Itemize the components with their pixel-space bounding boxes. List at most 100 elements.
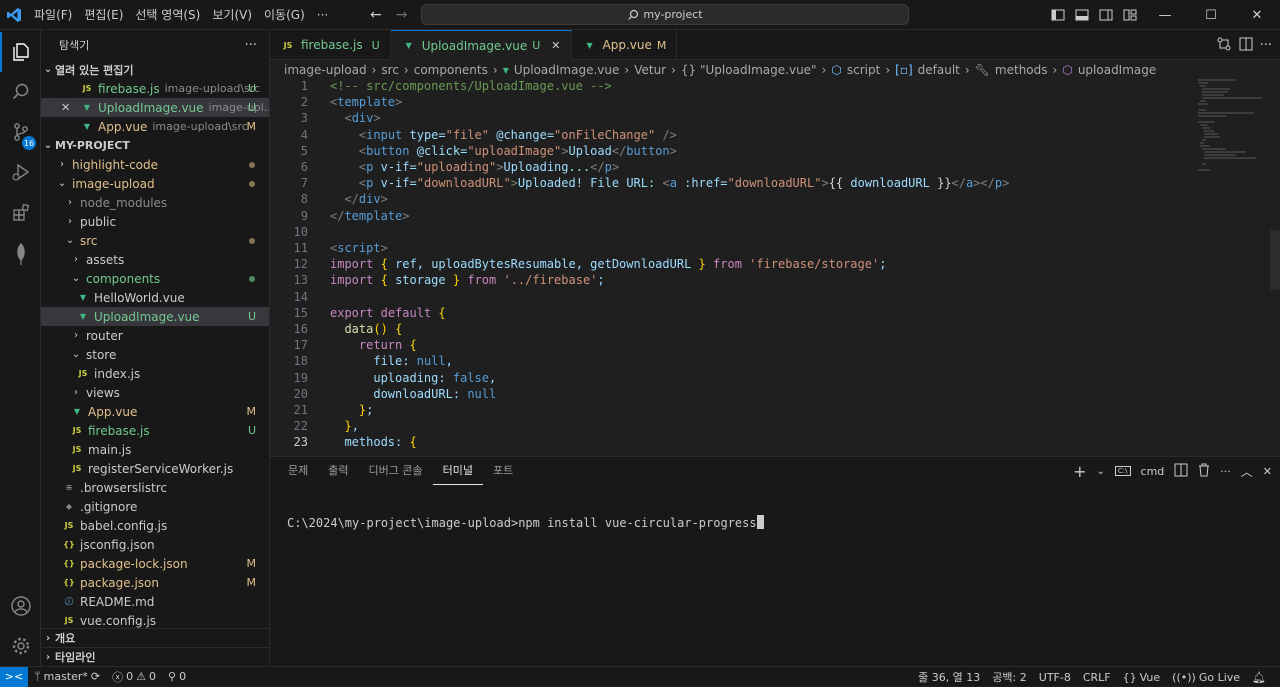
breadcrumb-item[interactable]: script [847,63,880,77]
menu-more[interactable]: ··· [311,0,334,30]
more-actions-icon[interactable]: ··· [1220,465,1231,478]
explorer-more-icon[interactable]: ··· [245,38,257,53]
tree-folder[interactable]: › highlight-code [41,155,269,174]
notifications-bell-icon[interactable]: 🔔︎ [1246,671,1272,684]
tab-output[interactable]: 출력 [318,457,358,485]
run-debug-icon[interactable] [0,152,41,192]
mongodb-leaf-icon[interactable] [0,234,41,274]
open-editor-item-active[interactable]: ✕ ▼ UploadImage.vue image-upl... U [41,98,269,117]
menu-view[interactable]: 보기(V) [206,0,258,30]
split-editor-icon[interactable] [1238,36,1254,55]
command-center-search[interactable]: my-project [421,4,909,25]
tree-file[interactable]: ▼ HelloWorld.vue [41,288,269,307]
close-icon[interactable]: ✕ [61,101,79,114]
tree-file[interactable]: {} package-lock.json M [41,554,269,573]
breadcrumb-item[interactable]: methods [995,63,1048,77]
close-icon[interactable]: ✕ [551,39,560,52]
language-mode[interactable]: {} Vue [1117,671,1167,684]
explorer-icon[interactable] [0,32,41,72]
tree-file[interactable]: JS babel.config.js [41,516,269,535]
breadcrumb-item[interactable]: Vetur [634,63,666,77]
breadcrumb-item[interactable]: uploadImage [1078,63,1156,77]
tree-folder[interactable]: › public [41,212,269,231]
open-editors-header[interactable]: ⌄ 열려 있는 편집기 [41,60,269,79]
terminal-shell-name[interactable]: cmd [1141,465,1165,478]
problems-indicator[interactable]: ⓧ 0 ⚠ 0 [106,669,162,685]
breadcrumb-item[interactable]: image-upload [284,63,367,77]
source-control-icon[interactable]: 16 [0,112,41,152]
editor-scrollbar[interactable] [1270,230,1280,290]
menu-file[interactable]: 파일(F) [28,0,78,30]
outline-header[interactable]: › 개요 [41,628,269,647]
go-live-button[interactable]: ((•)) Go Live [1166,671,1246,684]
menu-go[interactable]: 이동(G) [258,0,311,30]
tab-uploadimage-vue[interactable]: ▼ UploadImage.vue U ✕ [390,30,572,60]
tab-debug-console[interactable]: 디버그 콘솔 [359,457,433,485]
more-actions-icon[interactable]: ··· [1260,38,1272,53]
open-editor-item[interactable]: JS firebase.js image-upload\src U [41,79,269,98]
manage-gear-icon[interactable] [0,626,41,666]
tree-folder[interactable]: ⌄ src [41,231,269,250]
maximize-panel-icon[interactable]: ︿ [1241,463,1253,480]
toggle-primary-sidebar-icon[interactable] [1046,0,1070,30]
encoding[interactable]: UTF-8 [1033,671,1077,684]
tab-problems[interactable]: 문제 [278,457,318,485]
remote-icon[interactable]: >< [0,666,28,687]
tab-ports[interactable]: 포트 [483,457,523,485]
minimize-button[interactable]: — [1142,0,1188,30]
chevron-down-icon[interactable]: ⌄ [1097,466,1105,477]
cursor-position[interactable]: 줄 36, 열 13 [912,669,986,685]
tree-file[interactable]: ◆ .gitignore [41,497,269,516]
close-window-button[interactable]: ✕ [1234,0,1280,30]
split-terminal-icon[interactable] [1174,463,1188,480]
trash-icon[interactable] [1198,463,1210,480]
code-editor[interactable]: 1 2 3 4 5 6 7 8 9 10 11 12 13 14 15 16 17 18 19 20 21 22 23 <!… [270,78,1270,456]
customize-layout-icon[interactable] [1118,0,1142,30]
extensions-icon[interactable] [0,192,41,232]
breadcrumb-item[interactable]: UploadImage.vue [514,63,620,77]
toggle-panel-icon[interactable] [1070,0,1094,30]
close-panel-icon[interactable]: ✕ [1263,465,1272,478]
forward-arrow-icon[interactable]: → [396,7,408,23]
tree-file[interactable]: JS main.js [41,440,269,459]
tree-file[interactable]: ▼ App.vue M [41,402,269,421]
tree-file[interactable]: ≡ .browserslistrc [41,478,269,497]
project-header[interactable]: ⌄ MY-PROJECT [41,136,269,155]
breadcrumb-item[interactable]: components [414,63,488,77]
tree-file-selected[interactable]: ▼ UploadImage.vue U [41,307,269,326]
menu-edit[interactable]: 편집(E) [78,0,129,30]
tree-folder[interactable]: › router [41,326,269,345]
tab-terminal[interactable]: 터미널 [432,457,483,485]
timeline-header[interactable]: › 타임라인 [41,647,269,666]
tree-file[interactable]: JS index.js [41,364,269,383]
terminal-output[interactable]: C:\2024\my-project\image-upload>npm inst… [287,515,764,530]
tree-folder[interactable]: ⌄ image-upload [41,174,269,193]
tab-app-vue[interactable]: ▼ App.vue M [572,30,678,60]
tree-folder[interactable]: ⌄ store [41,345,269,364]
menu-selection[interactable]: 선택 영역(S) [129,0,206,30]
indentation[interactable]: 공백: 2 [986,669,1032,685]
breadcrumb-item[interactable]: default [918,63,960,77]
search-view-icon[interactable] [0,72,41,112]
tree-folder[interactable]: › node_modules [41,193,269,212]
tab-firebase-js[interactable]: JS firebase.js U [270,30,391,60]
breadcrumb-item[interactable]: src [381,63,399,77]
minimap[interactable] [1196,78,1266,178]
branch-indicator[interactable]: ᛘ master* ⟳ [28,670,106,683]
back-arrow-icon[interactable]: ← [370,7,382,23]
maximize-button[interactable]: ☐ [1188,0,1234,30]
tree-file[interactable]: JS firebase.js U [41,421,269,440]
open-editor-item[interactable]: ▼ App.vue image-upload\src M [41,117,269,136]
ports-indicator[interactable]: ⚲ 0 [162,670,192,683]
tree-file[interactable]: ⓘ README.md [41,592,269,611]
breadcrumb-item[interactable]: {} "UploadImage.vue" [681,63,817,77]
compare-changes-icon[interactable] [1216,36,1232,55]
accounts-icon[interactable] [0,586,41,626]
tree-folder[interactable]: ⌄ components [41,269,269,288]
tree-folder[interactable]: › assets [41,250,269,269]
toggle-secondary-sidebar-icon[interactable] [1094,0,1118,30]
tree-file[interactable]: {} package.json M [41,573,269,592]
tree-file[interactable]: {} jsconfig.json [41,535,269,554]
tree-folder[interactable]: › views [41,383,269,402]
tree-file[interactable]: JS registerServiceWorker.js [41,459,269,478]
